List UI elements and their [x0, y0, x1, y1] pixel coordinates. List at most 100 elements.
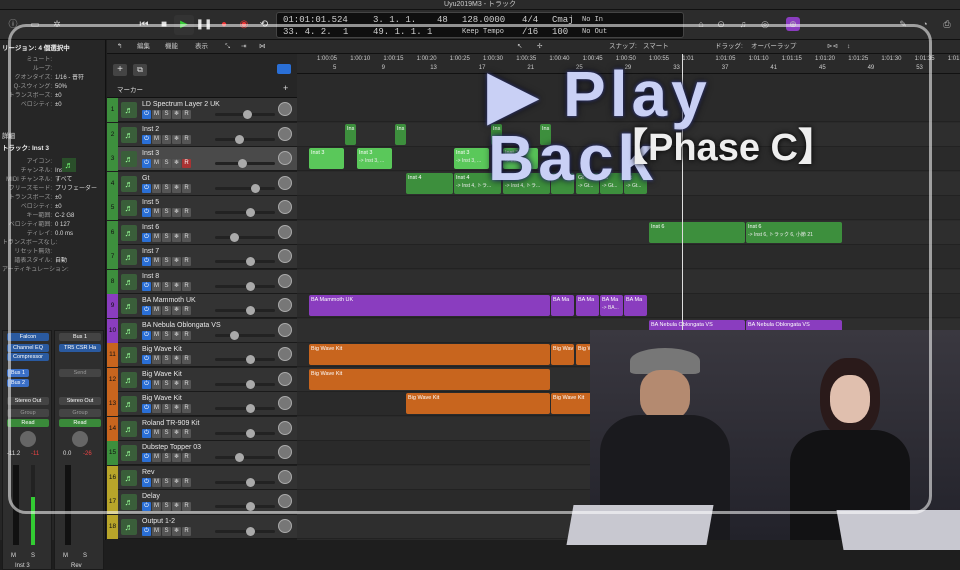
track-header[interactable]: 15 ♬ Dubstep Topper 03 ⏻ M S ❄ R — [107, 441, 297, 465]
freeze-button[interactable]: ❄ — [172, 183, 181, 193]
track-header[interactable]: 7 ♬ Inst 7 ⏻ M S ❄ R — [107, 245, 297, 269]
region[interactable]: BA Ma — [624, 295, 647, 316]
region[interactable]: Inst 4 — [406, 172, 453, 194]
fader-knob[interactable] — [237, 159, 247, 168]
track-name[interactable]: Big Wave Kit — [142, 394, 182, 403]
inspector-value[interactable]: ±0 — [55, 93, 62, 99]
solo-button[interactable]: S — [162, 232, 171, 242]
region[interactable]: Inst 6 — [649, 221, 745, 243]
region[interactable]: Gt -> Gt... — [600, 172, 623, 194]
mute-button[interactable]: M — [152, 404, 161, 413]
power-button[interactable]: ⏻ — [142, 330, 151, 340]
inspector-row[interactable]: 譜表スタイル: 自動 — [2, 257, 104, 266]
inspector-value[interactable]: 1/16 - 普符 — [55, 75, 84, 81]
inspector-row[interactable]: アイコン: — [2, 158, 104, 167]
track-header[interactable]: 1 ♬ LD Spectrum Layer 2 UK ⏻ M S ❄ R — [107, 98, 297, 122]
mute-button[interactable]: M — [152, 428, 161, 438]
freeze-button[interactable]: ❄ — [172, 306, 181, 315]
solo-button[interactable]: S — [162, 355, 171, 364]
track-instrument-icon[interactable]: ♬ — [121, 420, 137, 437]
region[interactable]: Ins — [395, 123, 406, 145]
track-instrument-icon[interactable]: ♬ — [121, 102, 137, 118]
power-button[interactable]: ⏻ — [142, 477, 151, 487]
waveform-zoom-icon[interactable]: ⊳⊲ — [827, 42, 838, 52]
inspector-value[interactable]: プリフェーダー — [55, 186, 97, 192]
fader-knob[interactable] — [243, 110, 253, 119]
track-lane[interactable] — [297, 245, 960, 269]
power-button[interactable]: ⏻ — [142, 379, 151, 389]
volume-fader[interactable] — [215, 453, 275, 462]
inspector-row[interactable]: ミュート: — [2, 56, 104, 65]
record-button[interactable]: ● — [214, 15, 234, 35]
record-enable-button[interactable]: R — [182, 232, 191, 242]
solo-button[interactable]: S — [162, 428, 171, 438]
rewind-button[interactable]: ⏮ — [134, 15, 154, 35]
fader-knob[interactable] — [235, 134, 245, 144]
power-button[interactable]: ⏻ — [142, 404, 151, 413]
fader-knob[interactable] — [245, 477, 255, 487]
pause-button[interactable]: ❚❚ — [194, 15, 214, 35]
smart-controls-icon[interactable]: ✲ — [50, 17, 64, 31]
inspector-value[interactable]: ±0 — [55, 195, 62, 201]
freeze-button[interactable]: ❄ — [172, 110, 181, 119]
record-enable-button[interactable]: R — [182, 355, 191, 364]
inspector-row[interactable]: フリーズモード: プリフェーダー — [2, 185, 104, 194]
group-slot[interactable]: Group — [59, 409, 101, 417]
snap-select[interactable]: スマート — [643, 42, 669, 52]
solo-button[interactable]: S — [162, 526, 171, 536]
volume-fader[interactable] — [215, 526, 275, 536]
pan-knob[interactable] — [278, 273, 292, 288]
freeze-button[interactable]: ❄ — [172, 428, 181, 438]
capture-record-button[interactable]: ◉ — [234, 15, 254, 35]
track-instrument-icon[interactable]: ♬ — [121, 151, 137, 167]
key-value[interactable]: Cmaj — [552, 14, 574, 26]
power-button[interactable]: ⏻ — [142, 428, 151, 438]
region[interactable]: BA Ma -> BA... — [600, 295, 623, 316]
mute-button[interactable]: M — [152, 306, 161, 315]
power-button[interactable]: ⏻ — [142, 110, 151, 119]
track-instrument-icon[interactable]: ♬ — [121, 347, 137, 363]
track-instrument-icon[interactable]: ♬ — [121, 396, 137, 412]
track-name[interactable]: Roland TR-909 Kit — [142, 419, 199, 428]
region[interactable]: Inst 3 -> Inst 3, ... — [454, 148, 489, 169]
volume-fader[interactable] — [215, 208, 275, 217]
power-button[interactable]: ⏻ — [142, 502, 151, 511]
track-instrument-icon[interactable]: ♬ — [121, 371, 137, 388]
track-header[interactable]: 4 ♬ Gt ⏻ M S ❄ R — [107, 171, 297, 196]
record-enable-button[interactable]: R — [182, 281, 191, 291]
track-instrument-icon[interactable]: ♬ — [121, 126, 137, 143]
inspector-value[interactable]: C-2 G8 — [55, 213, 74, 219]
record-enable-button[interactable]: R — [182, 404, 191, 413]
track-header[interactable]: 10 ♬ BA Nebula Oblongata VS ⏻ M S ❄ R — [107, 318, 297, 343]
track-instrument-icon[interactable]: ♬ — [121, 494, 137, 510]
track-header[interactable]: 18 ♬ Output 1-2 ⏻ M S ❄ R — [107, 514, 297, 539]
record-enable-button[interactable]: R — [182, 306, 191, 315]
mute-button[interactable]: M — [152, 379, 161, 389]
track-instrument-icon[interactable]: ♬ — [121, 200, 137, 216]
region[interactable]: Inst 4 -> Inst 4, トラ... — [454, 172, 501, 194]
track-lane[interactable] — [297, 220, 960, 245]
region[interactable]: Inst 4 -> Inst 4, トラ... — [503, 172, 550, 194]
volume-fader-track[interactable] — [13, 465, 19, 545]
fader-knob[interactable] — [245, 526, 255, 536]
region[interactable]: Inst 6 -> Inst 6, トラック 6, 小節 21 — [746, 221, 842, 243]
region[interactable]: Ins — [540, 123, 551, 145]
region[interactable]: Ins — [491, 123, 502, 145]
region[interactable]: BA Mammoth UK — [309, 295, 550, 316]
region[interactable]: Big Wav — [551, 344, 574, 365]
record-enable-button[interactable]: R — [182, 110, 191, 119]
back-icon[interactable]: ↰ — [117, 42, 122, 52]
mute-button[interactable]: M — [152, 183, 161, 193]
pan-knob[interactable] — [278, 126, 292, 141]
track-name[interactable]: Inst 6 — [142, 223, 159, 232]
inspector-value[interactable]: すべて — [55, 177, 72, 183]
track-instrument-icon[interactable]: ♬ — [121, 445, 137, 461]
mute-button[interactable]: M — [152, 526, 161, 536]
track-name[interactable]: Big Wave Kit — [142, 370, 182, 379]
track-header[interactable]: 14 ♬ Roland TR-909 Kit ⏻ M S ❄ R — [107, 416, 297, 441]
power-button[interactable]: ⏻ — [142, 232, 151, 242]
track-name[interactable]: Gt — [142, 174, 149, 183]
browser-icon[interactable]: ⎙ — [940, 17, 954, 31]
output-slot[interactable]: Stereo Out — [59, 397, 101, 405]
fader-knob[interactable] — [230, 330, 240, 340]
